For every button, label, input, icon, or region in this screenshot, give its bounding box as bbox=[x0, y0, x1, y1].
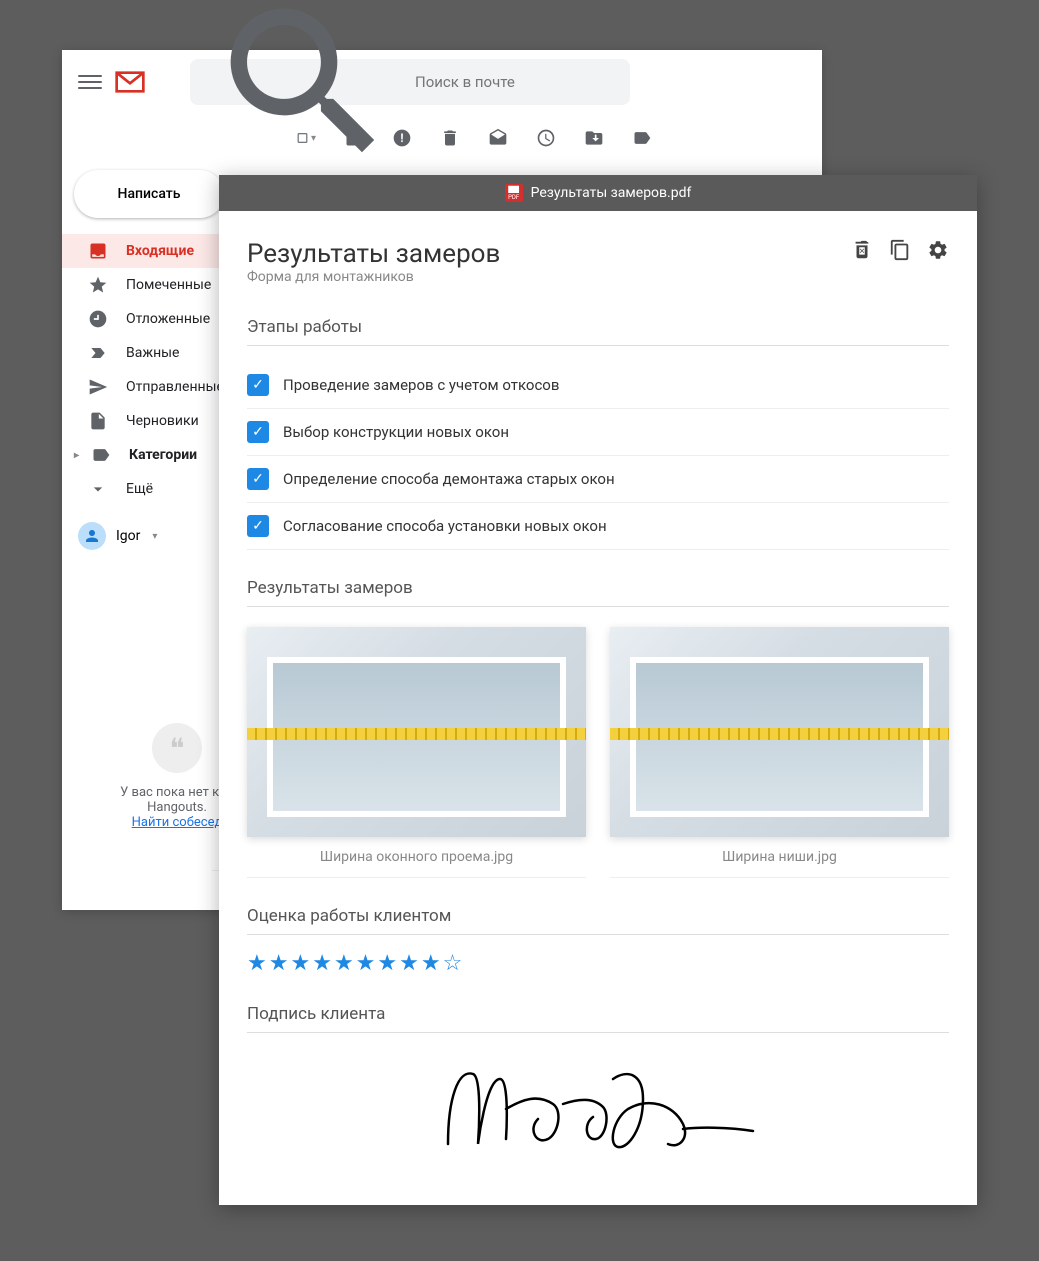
image-item: Ширина оконного проема.jpg bbox=[247, 627, 586, 878]
nav-label: Входящие bbox=[126, 243, 194, 259]
section-results-label: Результаты замеров bbox=[247, 578, 949, 607]
star-filled-icon[interactable]: ★ bbox=[377, 951, 397, 976]
images-row: Ширина оконного проема.jpg Ширина ниши.j… bbox=[247, 627, 949, 878]
checkbox-checked-icon[interactable]: ✓ bbox=[247, 374, 269, 396]
clock-icon bbox=[88, 309, 108, 329]
stage-row: ✓ Определение способа демонтажа старых ок… bbox=[247, 456, 949, 503]
hangouts-icon: ❝ bbox=[152, 723, 202, 773]
gear-icon[interactable] bbox=[927, 239, 949, 261]
chevron-down-icon bbox=[88, 479, 108, 499]
pdf-window: PDF Результаты замеров.pdf Результаты за… bbox=[219, 175, 977, 1205]
gmail-logo bbox=[114, 70, 146, 94]
pdf-icon: PDF bbox=[505, 184, 523, 202]
nav-label: Помеченные bbox=[126, 277, 211, 293]
stage-text: Проведение замеров с учетом откосов bbox=[283, 376, 559, 394]
star-filled-icon[interactable]: ★ bbox=[421, 951, 441, 976]
checkbox-checked-icon[interactable]: ✓ bbox=[247, 421, 269, 443]
search-box[interactable] bbox=[190, 59, 630, 105]
star-filled-icon[interactable]: ★ bbox=[399, 951, 419, 976]
search-icon bbox=[206, 0, 403, 181]
rating-stars[interactable]: ★ ★ ★ ★ ★ ★ ★ ★ ★ ☆ bbox=[247, 951, 949, 976]
delete-icon[interactable] bbox=[440, 128, 460, 148]
avatar-icon bbox=[78, 522, 106, 550]
mark-read-icon[interactable] bbox=[488, 128, 508, 148]
star-filled-icon[interactable]: ★ bbox=[356, 951, 376, 976]
signature bbox=[247, 1049, 949, 1169]
pdf-content: Результаты замеров Форма для монтажников… bbox=[219, 211, 977, 1205]
delete-icon[interactable]: ✕ bbox=[851, 239, 873, 261]
image-thumbnail[interactable] bbox=[247, 627, 586, 837]
checkbox-checked-icon[interactable]: ✓ bbox=[247, 515, 269, 537]
gmail-toolbar: ▾ ! bbox=[62, 114, 822, 162]
image-caption: Ширина ниши.jpg bbox=[610, 849, 949, 878]
snooze-icon[interactable] bbox=[536, 128, 556, 148]
svg-text:✕: ✕ bbox=[859, 247, 865, 256]
stage-row: ✓ Проведение замеров с учетом откосов bbox=[247, 362, 949, 409]
star-filled-icon[interactable]: ★ bbox=[269, 951, 289, 976]
image-item: Ширина ниши.jpg bbox=[610, 627, 949, 878]
image-thumbnail[interactable] bbox=[610, 627, 949, 837]
star-filled-icon[interactable]: ★ bbox=[334, 951, 354, 976]
gmail-header bbox=[62, 50, 822, 114]
image-caption: Ширина оконного проема.jpg bbox=[247, 849, 586, 878]
compose-button[interactable]: Написать bbox=[74, 170, 224, 218]
select-checkbox-icon[interactable]: ▾ bbox=[296, 128, 316, 148]
stage-text: Выбор конструкции новых окон bbox=[283, 423, 509, 441]
caret-icon: ▾ bbox=[152, 531, 157, 542]
copy-icon[interactable] bbox=[889, 239, 911, 261]
star-filled-icon[interactable]: ★ bbox=[312, 951, 332, 976]
pdf-titlebar: PDF Результаты замеров.pdf bbox=[219, 175, 977, 211]
caret-icon: ▸ bbox=[74, 450, 79, 461]
spam-icon[interactable]: ! bbox=[392, 128, 412, 148]
pdf-title: Результаты замеров bbox=[247, 239, 500, 269]
star-filled-icon[interactable]: ★ bbox=[290, 951, 310, 976]
pdf-subtitle: Форма для монтажников bbox=[247, 269, 500, 285]
stage-row: ✓ Выбор конструкции новых окон bbox=[247, 409, 949, 456]
nav-label: Черновики bbox=[126, 413, 199, 429]
star-empty-icon[interactable]: ☆ bbox=[443, 951, 463, 976]
user-name: Igor bbox=[116, 528, 140, 544]
tag-icon bbox=[91, 445, 111, 465]
section-stages-label: Этапы работы bbox=[247, 317, 949, 346]
nav-label: Важные bbox=[126, 345, 179, 361]
inbox-icon bbox=[88, 241, 108, 261]
star-icon bbox=[88, 275, 108, 295]
section-rating-label: Оценка работы клиентом bbox=[247, 906, 949, 935]
pdf-filename: Результаты замеров.pdf bbox=[531, 185, 692, 201]
nav-label: Отложенные bbox=[126, 311, 210, 327]
stage-row: ✓ Согласование способа установки новых ок… bbox=[247, 503, 949, 550]
pdf-actions: ✕ bbox=[851, 239, 949, 261]
nav-label: Ещё bbox=[126, 481, 153, 497]
nav-label: Отправленные bbox=[126, 379, 224, 395]
checkbox-checked-icon[interactable]: ✓ bbox=[247, 468, 269, 490]
svg-text:!: ! bbox=[400, 131, 403, 145]
stage-text: Согласование способа установки новых око… bbox=[283, 517, 607, 535]
menu-button[interactable] bbox=[78, 70, 102, 94]
hangouts-link[interactable]: Найти собесед bbox=[132, 815, 223, 830]
stage-text: Определение способа демонтажа старых око… bbox=[283, 470, 615, 488]
important-icon bbox=[88, 343, 108, 363]
section-signature-label: Подпись клиента bbox=[247, 1004, 949, 1033]
move-icon[interactable] bbox=[584, 128, 604, 148]
label-icon[interactable] bbox=[632, 128, 652, 148]
send-icon bbox=[88, 377, 108, 397]
star-filled-icon[interactable]: ★ bbox=[247, 951, 267, 976]
draft-icon bbox=[88, 411, 108, 431]
archive-icon[interactable] bbox=[344, 128, 364, 148]
nav-label: Категории bbox=[129, 447, 197, 463]
search-input[interactable] bbox=[415, 73, 614, 91]
